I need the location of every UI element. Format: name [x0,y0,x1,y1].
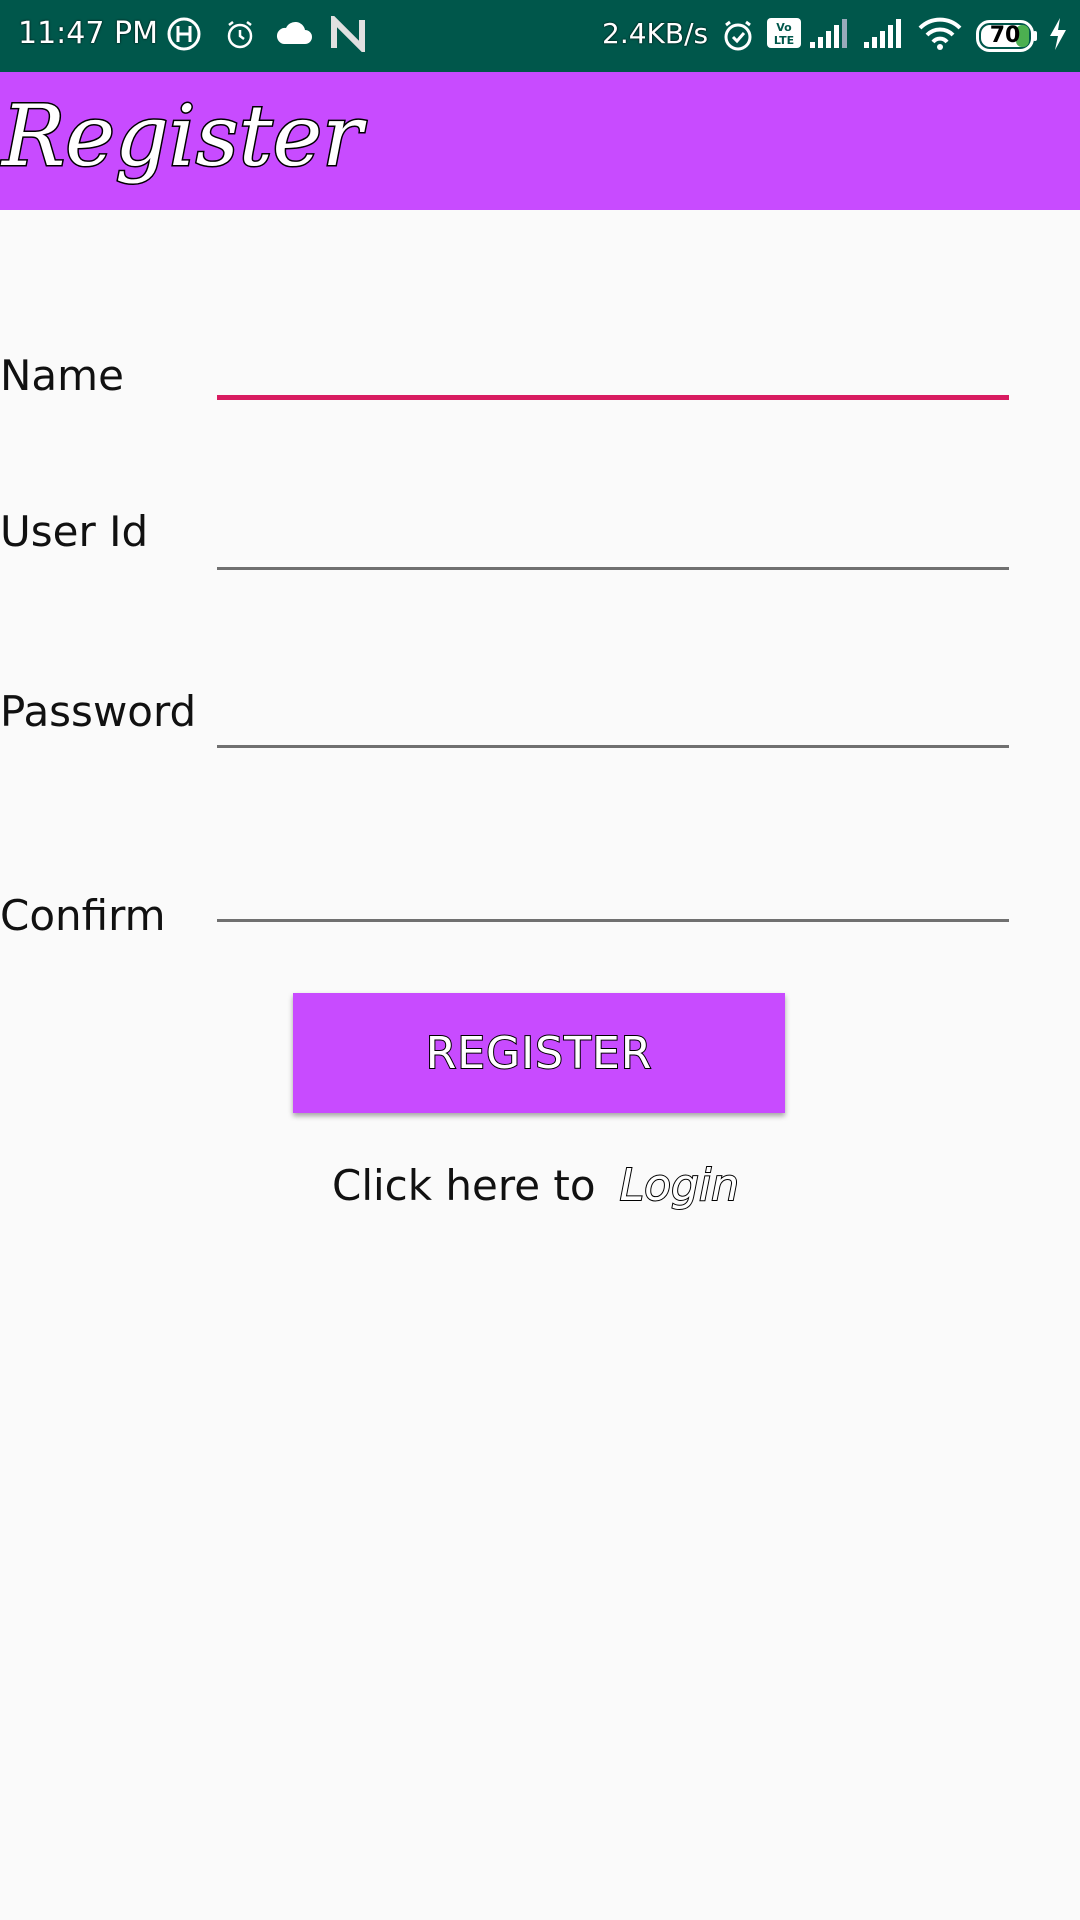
user-id-underline [217,567,1009,570]
app-bar: Register [0,72,1080,210]
confirm-input[interactable] [217,862,1009,922]
password-label: Password [0,687,197,736]
alarm-icon [222,16,258,56]
user-id-input[interactable] [217,510,1009,570]
user-id-field[interactable] [217,510,1009,570]
name-input[interactable] [217,340,1009,400]
svg-text:LTE: LTE [774,34,794,47]
confirm-underline [217,919,1009,922]
name-underline [217,395,1009,400]
page-title: Register [0,86,363,187]
svg-text:Vo: Vo [776,21,792,34]
confirm-label: Confirm [0,891,166,940]
name-field[interactable] [217,340,1009,400]
confirm-field[interactable] [217,862,1009,922]
signal-icon [862,16,902,54]
login-row: Click here to Login [332,1158,740,1218]
h-badge-icon [166,16,202,56]
volte-icon: Vo LTE [766,16,802,54]
password-input[interactable] [217,688,1009,748]
status-bar: 11:47 PM 2.4KB/s Vo LTE 70 [0,0,1080,72]
signal-icon [808,16,848,54]
user-id-label: User Id [0,507,149,556]
login-link[interactable]: Login [619,1159,740,1212]
wifi-icon [918,16,962,56]
cloud-icon [274,16,314,56]
alarm-icon [720,16,756,58]
name-label: Name [0,351,124,400]
charging-icon [1046,16,1070,56]
register-button[interactable]: REGISTER [293,993,785,1113]
battery-icon: 70 [976,20,1038,52]
status-time: 11:47 PM [18,16,158,51]
password-field[interactable] [217,688,1009,748]
battery-level: 70 [989,23,1021,48]
network-speed: 2.4KB/s [602,17,709,50]
password-underline [217,745,1009,748]
n-logo-icon [330,12,366,56]
login-prompt: Click here to [332,1161,596,1210]
